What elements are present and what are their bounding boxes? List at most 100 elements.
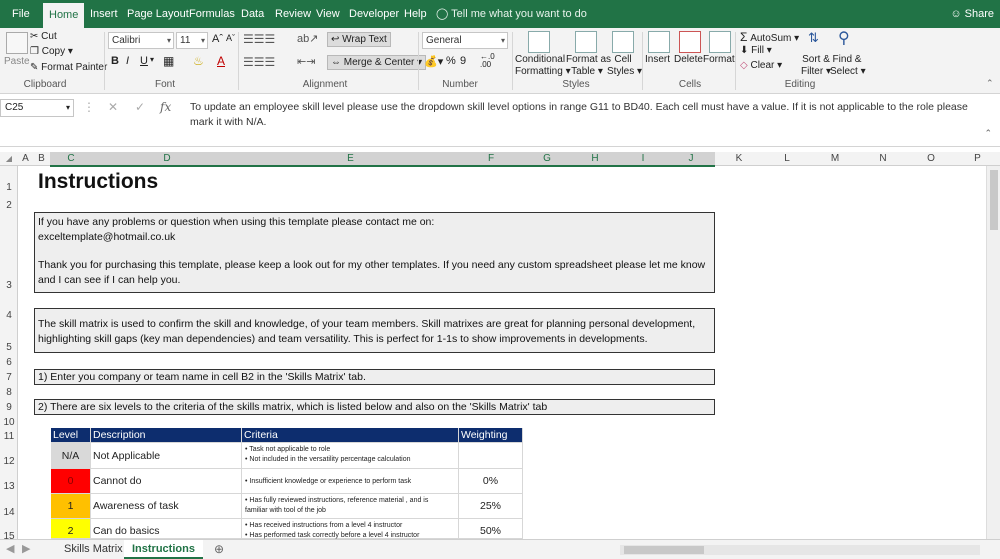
- column-header[interactable]: K: [715, 152, 763, 166]
- percent-button[interactable]: %: [446, 55, 456, 67]
- find-select-button[interactable]: Find & Select ▾: [830, 54, 866, 78]
- sheet-tab-instructions[interactable]: Instructions: [124, 540, 203, 559]
- orientation-icon[interactable]: ab↗: [297, 32, 318, 45]
- sort-filter-button[interactable]: Sort & Filter ▾: [800, 54, 832, 78]
- row-header[interactable]: 3: [0, 280, 18, 291]
- cell-styles-button[interactable]: Cell Styles ▾: [607, 54, 642, 78]
- font-color-icon[interactable]: A: [217, 54, 225, 68]
- indent-icon[interactable]: ⇤⇥: [297, 55, 315, 68]
- insert-button[interactable]: Insert: [645, 54, 670, 65]
- description-cell[interactable]: Can do basics: [91, 519, 242, 539]
- autosum-button[interactable]: Σ AutoSum ▾: [740, 30, 799, 44]
- grow-font-button[interactable]: Aˆ: [212, 33, 223, 45]
- column-header[interactable]: B: [33, 152, 50, 166]
- weighting-cell[interactable]: 50%: [459, 519, 523, 539]
- row-header[interactable]: 9: [0, 402, 18, 413]
- description-cell[interactable]: Cannot do: [91, 469, 242, 494]
- row-header[interactable]: 12: [0, 456, 18, 467]
- shrink-font-button[interactable]: Aˇ: [226, 33, 235, 43]
- tab-formulas[interactable]: Formulas: [187, 0, 237, 28]
- column-header[interactable]: J: [667, 152, 715, 166]
- row-header[interactable]: 8: [0, 387, 18, 398]
- criteria-cell[interactable]: • Has received instructions from a level…: [242, 519, 459, 539]
- tell-me-box[interactable]: ◯ Tell me what you want to do: [436, 0, 587, 28]
- tab-help[interactable]: Help: [402, 0, 429, 28]
- copy-button[interactable]: ❐ Copy ▾: [30, 46, 73, 57]
- format-painter-button[interactable]: ✎ Format Painter: [30, 62, 107, 73]
- delete-button[interactable]: Delete: [674, 54, 703, 65]
- prev-sheet-icon[interactable]: ◀: [2, 540, 18, 559]
- cancel-icon[interactable]: ✕: [108, 100, 118, 114]
- tab-data[interactable]: Data: [239, 0, 266, 28]
- wrap-text-button[interactable]: ↩ Wrap Text: [327, 32, 391, 47]
- level-cell[interactable]: 2: [51, 519, 91, 539]
- criteria-cell[interactable]: • Task not applicable to role • Not inclu…: [242, 443, 459, 469]
- next-sheet-icon[interactable]: ▶: [18, 540, 34, 559]
- align-left-icon[interactable]: ☰☰☰: [243, 55, 275, 69]
- row-header[interactable]: 13: [0, 481, 18, 492]
- level-cell[interactable]: 1: [51, 494, 91, 519]
- row-header[interactable]: 2: [0, 200, 18, 211]
- collapse-ribbon-icon[interactable]: ⌃: [986, 78, 994, 89]
- criteria-cell[interactable]: • Insufficient knowledge or experience t…: [242, 469, 459, 494]
- row-header[interactable]: 5: [0, 342, 18, 353]
- fill-color-icon[interactable]: ♨: [193, 54, 204, 68]
- weighting-cell[interactable]: 0%: [459, 469, 523, 494]
- scrollbar-thumb[interactable]: [990, 170, 998, 230]
- insert-function-button[interactable]: fx: [160, 100, 171, 114]
- italic-button[interactable]: I: [126, 55, 129, 67]
- bold-button[interactable]: B: [111, 55, 119, 67]
- select-all-corner[interactable]: ◢: [0, 152, 18, 166]
- tab-home[interactable]: Home: [43, 3, 85, 28]
- tab-review[interactable]: Review: [273, 0, 313, 28]
- row-header[interactable]: 1: [0, 182, 18, 193]
- merge-center-button[interactable]: ⇔ Merge & Center ▾: [327, 55, 427, 70]
- weighting-cell[interactable]: [459, 443, 523, 469]
- add-sheet-icon[interactable]: ⊕: [206, 540, 232, 559]
- level-cell[interactable]: N/A: [51, 443, 91, 469]
- column-header[interactable]: P: [955, 152, 1000, 166]
- comma-button[interactable]: 9: [460, 55, 466, 67]
- clear-button[interactable]: ◇ Clear ▾: [740, 60, 782, 71]
- tab-view[interactable]: View: [314, 0, 342, 28]
- accounting-icon[interactable]: 💰▾: [424, 55, 443, 68]
- dropdown-arrow-icon[interactable]: ▾: [150, 55, 154, 64]
- align-top-icon[interactable]: ☰☰☰: [243, 32, 275, 46]
- paste-icon[interactable]: [6, 32, 28, 54]
- cut-button[interactable]: ✂ Cut: [30, 31, 57, 42]
- row-header[interactable]: 4: [0, 310, 18, 321]
- row-header[interactable]: 7: [0, 372, 18, 383]
- column-header[interactable]: M: [811, 152, 859, 166]
- decimal-icons[interactable]: ←.0.00: [480, 53, 495, 69]
- underline-button[interactable]: U: [140, 55, 148, 67]
- column-header[interactable]: E: [242, 152, 459, 166]
- description-cell[interactable]: Not Applicable: [91, 443, 242, 469]
- description-cell[interactable]: Awareness of task: [91, 494, 242, 519]
- column-header[interactable]: N: [859, 152, 907, 166]
- horizontal-scrollbar[interactable]: [620, 545, 980, 555]
- tab-developer[interactable]: Developer: [347, 0, 401, 28]
- weighting-cell[interactable]: 25%: [459, 494, 523, 519]
- column-header[interactable]: G: [523, 152, 571, 166]
- formula-input[interactable]: To update an employee skill level please…: [190, 100, 982, 130]
- tab-insert[interactable]: Insert: [88, 0, 120, 28]
- share-button[interactable]: ☺ Share: [950, 0, 994, 28]
- level-cell[interactable]: 0: [51, 469, 91, 494]
- column-header[interactable]: O: [907, 152, 955, 166]
- collapse-formula-icon[interactable]: ⌃: [984, 128, 992, 139]
- borders-icon[interactable]: ▦: [163, 54, 174, 68]
- vertical-scrollbar[interactable]: [986, 166, 1000, 539]
- tab-file[interactable]: File: [10, 0, 32, 28]
- paste-button[interactable]: Paste: [4, 56, 30, 67]
- criteria-cell[interactable]: • Has fully reviewed instructions, refer…: [242, 494, 459, 519]
- column-header[interactable]: D: [92, 152, 242, 166]
- enter-icon[interactable]: ✓: [135, 100, 145, 114]
- row-header[interactable]: 6: [0, 357, 18, 368]
- fill-button[interactable]: ⬇ Fill ▾: [740, 45, 772, 56]
- conditional-formatting-button[interactable]: Conditional Formatting ▾: [515, 54, 571, 78]
- column-header[interactable]: C: [50, 152, 92, 166]
- font-size-combo[interactable]: 11 ▾: [176, 32, 208, 49]
- column-header[interactable]: A: [18, 152, 33, 166]
- font-name-combo[interactable]: Calibri ▾: [108, 32, 174, 49]
- column-header[interactable]: L: [763, 152, 811, 166]
